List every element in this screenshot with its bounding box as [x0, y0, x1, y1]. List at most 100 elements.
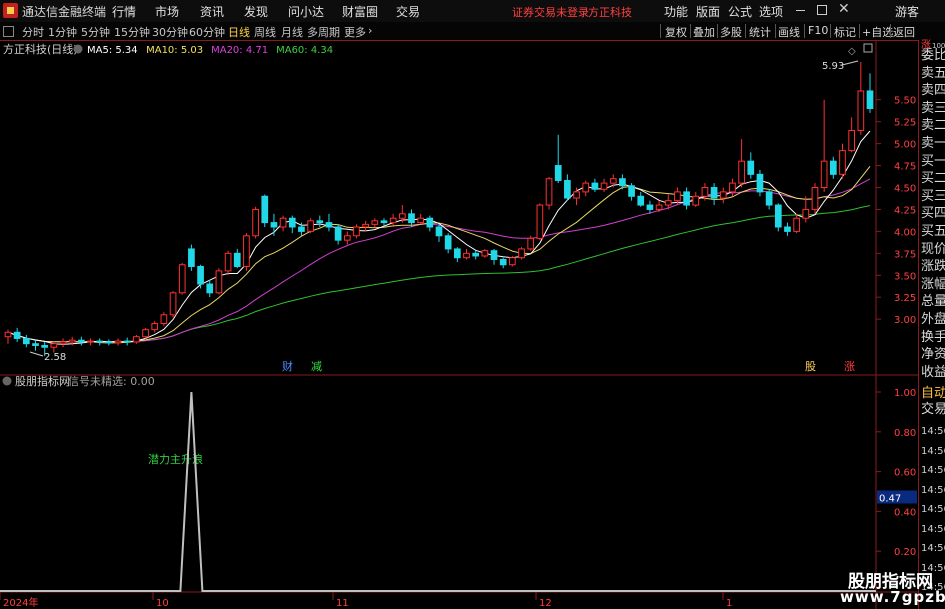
quote-label-16: 换手: [921, 329, 945, 345]
candle-body: [573, 191, 580, 199]
candle-body: [444, 235, 452, 250]
candle-body: [371, 220, 379, 225]
quote-label-4: 卖二: [921, 118, 945, 134]
candle-body: [701, 186, 709, 197]
overlay-button[interactable]: 叠加: [693, 24, 715, 40]
quote-label-8: 买三: [921, 188, 945, 204]
quote-label-0: 委比: [921, 48, 945, 63]
indicator-settings-icon[interactable]: [2, 376, 12, 386]
ma-label-1: MA10: 5.03: [146, 45, 203, 56]
candle-body: [729, 182, 736, 193]
back-button[interactable]: 返回: [893, 24, 915, 40]
draw-line-button[interactable]: 画线: [778, 24, 800, 40]
candle-body: [481, 250, 489, 257]
app-logo-icon: [3, 3, 18, 18]
candle-body: [628, 185, 635, 197]
menu-shichang[interactable]: 市场: [155, 3, 179, 20]
marker-3[interactable]: 涨: [844, 360, 855, 373]
candles: [4, 62, 874, 356]
candle-body: [554, 165, 562, 181]
period-5min[interactable]: 5分钟: [81, 24, 110, 40]
quote-label-6: 买一: [921, 153, 945, 169]
time-item: 14:56: [921, 523, 945, 535]
candle-body: [197, 265, 204, 285]
auto-label[interactable]: 自动: [921, 386, 945, 401]
y-axis-indicator: 1.00 0.80 0.60 0.47 0.40 0.20: [876, 388, 917, 558]
candle-body: [133, 336, 140, 343]
menu-hangqing[interactable]: 行情: [112, 3, 136, 20]
candle-body: [325, 222, 333, 228]
candle-body: [609, 178, 617, 184]
minimize-icon[interactable]: [796, 10, 805, 11]
period-daily[interactable]: 日线: [228, 24, 250, 40]
menu-gongneng[interactable]: 功能: [664, 3, 688, 20]
indicator-title: 股朋指标网: [15, 374, 70, 388]
menu-jiaoyi[interactable]: 交易: [396, 3, 420, 20]
ytick-ind-label: 0.20: [894, 547, 916, 558]
chevron-right-icon[interactable]: ›: [368, 24, 372, 37]
candle-body: [793, 217, 800, 232]
menu-xuanxiang[interactable]: 选项: [759, 3, 783, 20]
trade-label[interactable]: 交易: [921, 402, 945, 417]
candle-body: [619, 178, 626, 187]
period-60min[interactable]: 60分钟: [189, 24, 225, 40]
quote-label-13: 涨幅: [921, 276, 945, 292]
watermark-url: www.7gpzb.com: [840, 588, 945, 606]
candle-body: [839, 150, 846, 175]
candle-body: [655, 204, 663, 210]
candle-body: [32, 343, 39, 346]
mark-button[interactable]: 标记: [834, 24, 856, 40]
quote-label-3: 卖三: [921, 100, 945, 116]
diamond-icon[interactable]: ◇: [848, 46, 856, 57]
candle-body: [811, 186, 819, 210]
time-item: 14:56: [921, 484, 945, 496]
menu-faxian[interactable]: 发现: [244, 3, 268, 20]
close-icon[interactable]: ✕: [838, 1, 850, 17]
period-15min[interactable]: 15分钟: [114, 24, 150, 40]
period-more[interactable]: 更多: [344, 24, 366, 40]
f10-button[interactable]: F10: [808, 24, 828, 37]
period-fenshi[interactable]: 分时: [22, 24, 44, 40]
high-arrow: [841, 60, 859, 66]
add-favorite-button[interactable]: +自选: [862, 24, 893, 40]
candle-body: [683, 191, 690, 206]
kline-chart[interactable]: 方正科技(日线) MA5: 5.34 MA10: 5.03 MA20: 4.71 MA…: [0, 40, 918, 609]
checkbox-icon[interactable]: [3, 26, 14, 37]
candle-body: [674, 191, 681, 202]
candle-body: [435, 226, 443, 237]
menu-wenxiaoda[interactable]: 问小达: [288, 3, 324, 20]
x-axis: 2024年 10 11 12 1: [0, 592, 732, 609]
high-label: 5.93: [822, 61, 844, 72]
stats-button[interactable]: 统计: [749, 24, 771, 40]
ma-label-2: MA20: 4.71: [211, 45, 268, 56]
period-weekly[interactable]: 周线: [254, 24, 276, 40]
candle-body: [59, 341, 67, 345]
candle-body: [784, 226, 791, 232]
login-status[interactable]: 证券交易未登录: [512, 4, 589, 20]
menu-caifuquan[interactable]: 财富圈: [342, 3, 378, 20]
menu-banmian[interactable]: 版面: [696, 3, 720, 20]
period-30min[interactable]: 30分钟: [152, 24, 188, 40]
period-multi[interactable]: 多周期: [307, 24, 340, 40]
menu-zixun[interactable]: 资讯: [200, 3, 224, 20]
candle-body: [261, 195, 269, 224]
candle-body: [490, 250, 498, 260]
marker-2[interactable]: 股: [805, 360, 816, 373]
ma-settings-icon[interactable]: [73, 44, 83, 54]
candle-body: [142, 329, 149, 338]
quote-label-15: 外盘: [921, 312, 945, 327]
marker-0[interactable]: 财: [282, 359, 293, 373]
marker-1[interactable]: 减: [311, 360, 322, 373]
guest-label[interactable]: 游客: [895, 3, 919, 20]
panel-toggle-icon[interactable]: [863, 43, 873, 53]
multi-stock-button[interactable]: 多股: [720, 24, 742, 40]
period-monthly[interactable]: 月线: [281, 24, 303, 40]
menu-gongshi[interactable]: 公式: [728, 3, 752, 20]
fuquan-button[interactable]: 复权: [665, 24, 687, 40]
candle-body: [123, 340, 131, 343]
candle-body: [472, 252, 480, 257]
indicator-subtitle: 信号未精选: 0.00: [68, 375, 155, 388]
ma20-line: [7, 178, 871, 343]
restore-icon[interactable]: [817, 5, 827, 15]
period-1min[interactable]: 1分钟: [48, 24, 77, 40]
